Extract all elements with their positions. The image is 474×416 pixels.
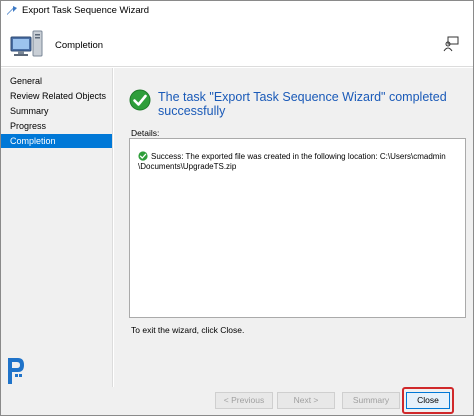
- close-highlight: [402, 387, 454, 414]
- sidebar-item-review-related-objects[interactable]: Review Related Objects: [1, 89, 112, 103]
- next-button[interactable]: Next >: [277, 392, 335, 409]
- wizard-header: Completion: [1, 21, 473, 67]
- summary-button[interactable]: Summary: [342, 392, 400, 409]
- details-message: Success: The exported file was created i…: [138, 152, 446, 171]
- page-heading: Completion: [55, 40, 104, 51]
- sidebar-item-summary[interactable]: Summary: [1, 104, 112, 118]
- check-circle-icon: [129, 89, 151, 111]
- sidebar-item-progress[interactable]: Progress: [1, 119, 112, 133]
- brand-logo-icon: [8, 358, 24, 384]
- wizard-arrow-icon: [7, 6, 17, 15]
- wizard-steps-sidebar: General Review Related Objects Summary P…: [1, 68, 113, 387]
- exit-hint: To exit the wizard, click Close.: [131, 325, 245, 335]
- window-title: Export Task Sequence Wizard: [22, 5, 150, 16]
- sidebar-item-general[interactable]: General: [1, 74, 112, 88]
- details-label: Details:: [131, 128, 160, 138]
- previous-button[interactable]: < Previous: [215, 392, 273, 409]
- details-box[interactable]: Success: The exported file was created i…: [129, 138, 466, 318]
- computer-icon: [10, 30, 43, 57]
- status-title: The task "Export Task Sequence Wizard" c…: [158, 90, 447, 118]
- wizard-window: Export Task Sequence Wizard Completion G…: [0, 0, 474, 416]
- title-bar: Export Task Sequence Wizard: [1, 1, 473, 21]
- help-person-icon[interactable]: [443, 36, 459, 52]
- sidebar-item-completion[interactable]: Completion: [1, 134, 112, 148]
